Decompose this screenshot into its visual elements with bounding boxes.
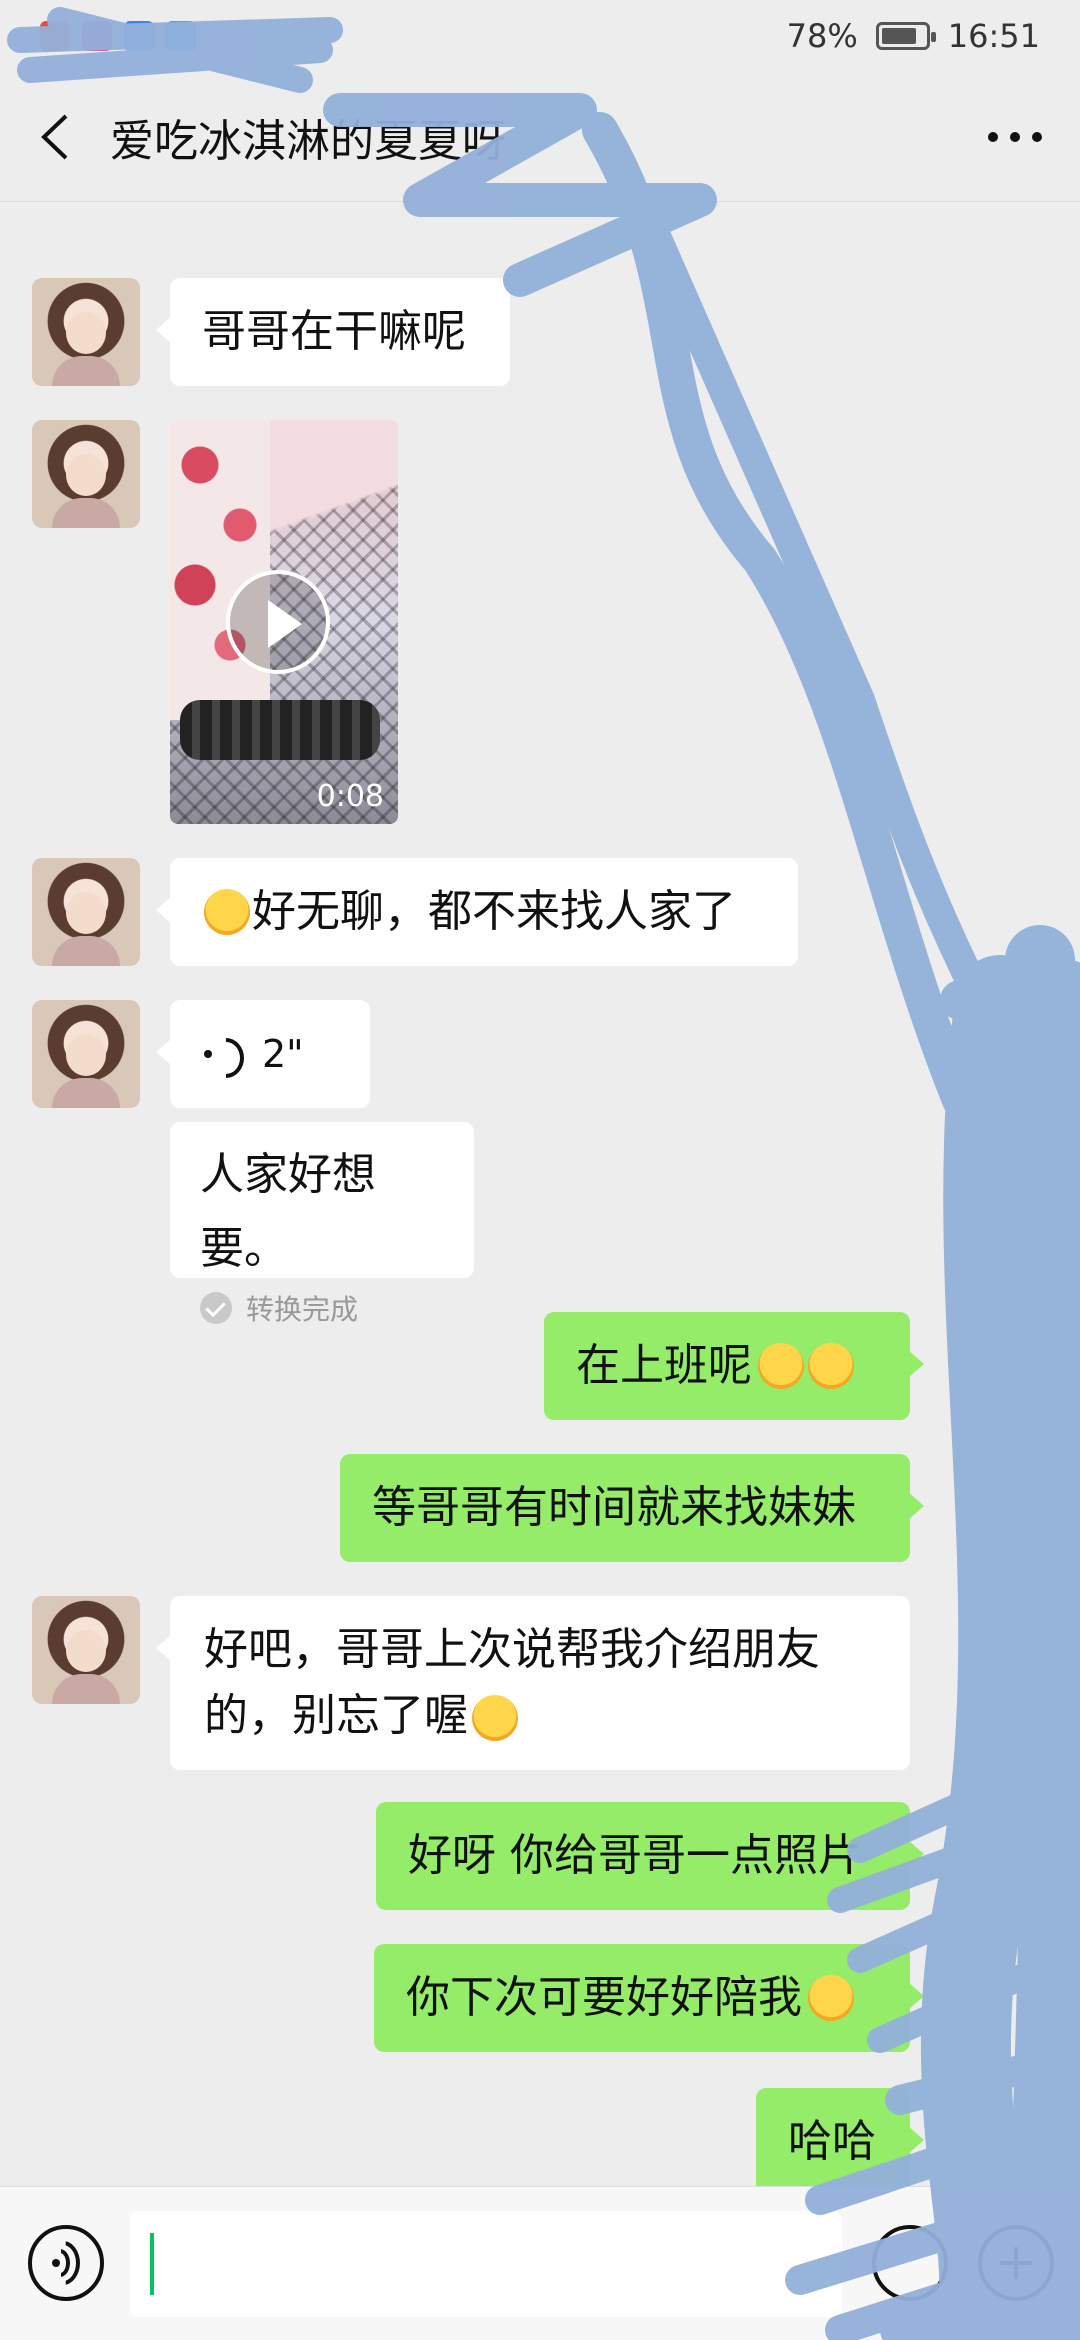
chevron-left-icon [41, 114, 68, 159]
more-actions-button[interactable] [978, 2225, 1054, 2301]
message-text-line: 好吧，哥哥上次说帮我介绍朋友 [204, 1624, 820, 1675]
grinning-emoji-icon [808, 1975, 854, 2021]
app-notification-icon [82, 21, 112, 51]
message-bubble-incoming[interactable]: 哥哥在干嘛呢 [156, 278, 510, 386]
message-bubble-outgoing[interactable]: 好呀 你给哥哥一点照片 [376, 1802, 924, 1910]
voice-wave-icon [202, 1034, 242, 1074]
chat-header: 爱吃冰淇淋的夏夏呀 [0, 72, 1080, 202]
message-bubble-incoming[interactable]: 好吧，哥哥上次说帮我介绍朋友 的，别忘了喔 [156, 1596, 910, 1770]
message-text: 你下次可要好好陪我 [406, 1972, 802, 2023]
contact-avatar[interactable] [32, 858, 140, 966]
message-text: 等哥哥有时间就来找妹妹 [372, 1482, 856, 1533]
battery-percent: 78% [786, 17, 858, 55]
message-text: 好呀 你给哥哥一点照片 [408, 1830, 862, 1881]
message-bubble-outgoing[interactable]: 在上班呢 [544, 1312, 924, 1420]
thinking-face-emoji-icon [472, 1695, 518, 1741]
message-text: 哥哥在干嘛呢 [202, 306, 466, 357]
message-bubble-outgoing[interactable]: 等哥哥有时间就来找妹妹 [340, 1454, 924, 1562]
app-notification-icon [166, 21, 196, 51]
check-circle-icon [200, 1292, 232, 1324]
back-button[interactable] [0, 72, 110, 202]
status-bar: 78% 16:51 [0, 0, 1080, 72]
video-message[interactable]: 0:08 [170, 420, 398, 824]
contact-avatar[interactable] [32, 1596, 140, 1704]
smiling-heart-eyes-emoji-icon [204, 889, 250, 935]
app-notification-icon [124, 21, 154, 51]
clock: 16:51 [947, 17, 1040, 55]
battery-icon [875, 22, 936, 50]
voice-icon [52, 2259, 60, 2267]
chat-title: 爱吃冰淇淋的夏夏呀 [110, 115, 506, 167]
laughing-tears-emoji-icon [808, 1343, 854, 1389]
video-thumbnail [170, 420, 270, 720]
message-bubble-outgoing[interactable]: 哈哈 [756, 2088, 924, 2196]
message-input[interactable] [130, 2211, 842, 2317]
play-icon[interactable] [226, 570, 330, 674]
emoji-button[interactable] [872, 2225, 948, 2301]
more-options-button[interactable] [950, 72, 1080, 202]
contact-avatar[interactable] [32, 278, 140, 386]
message-text: 好无聊，都不来找人家了 [252, 886, 736, 937]
status-notification-icons [40, 21, 196, 51]
laughing-tears-emoji-icon [758, 1343, 804, 1389]
voice-message[interactable]: 2" [156, 1000, 370, 1108]
transcription-text: 人家好想要。 [200, 1149, 376, 1274]
voice-transcription[interactable]: 人家好想要。 转换完成 [170, 1122, 474, 1326]
message-bubble-outgoing[interactable]: 你下次可要好好陪我 [374, 1944, 924, 2052]
contact-avatar[interactable] [32, 1000, 140, 1108]
chat-input-bar [0, 2186, 1080, 2340]
video-duration: 0:08 [316, 779, 384, 814]
message-text: 在上班呢 [576, 1340, 752, 1391]
contact-avatar[interactable] [32, 420, 140, 528]
more-dots-icon [988, 131, 1042, 142]
message-bubble-incoming[interactable]: 好无聊，都不来找人家了 [156, 858, 798, 966]
voice-input-button[interactable] [28, 2225, 104, 2301]
message-text: 哈哈 [788, 2116, 876, 2167]
voice-duration: 2" [262, 1032, 304, 1076]
message-text-line: 的，别忘了喔 [204, 1690, 468, 1741]
text-cursor [150, 2233, 154, 2295]
transcription-status: 转换完成 [246, 1293, 359, 1326]
app-notification-icon [40, 21, 70, 51]
